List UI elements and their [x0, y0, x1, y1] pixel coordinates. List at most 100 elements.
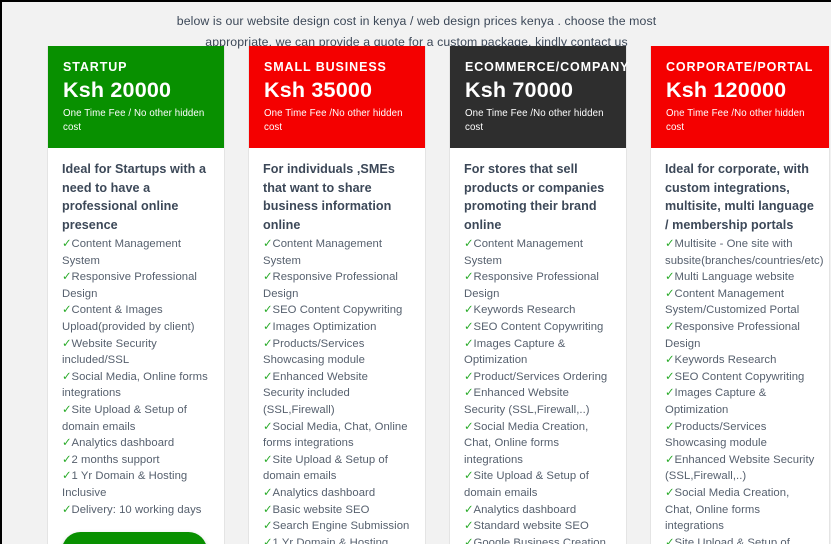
feature-label: Content Management System: [263, 238, 383, 267]
check-icon: ✓: [62, 304, 72, 317]
check-icon: ✓: [263, 238, 273, 250]
card-body-startup: Ideal for Startups with a need to have a…: [48, 148, 224, 518]
feature-label: Basic website SEO: [272, 503, 370, 516]
check-icon: ✓: [464, 520, 474, 533]
feature-item: ✓Enhanced Website Security (SSL,Firewall…: [464, 385, 613, 418]
feature-label: Standard website SEO: [473, 520, 589, 533]
check-icon: ✓: [464, 536, 474, 544]
feature-list: ✓Content Management System ✓Responsive Pr…: [263, 236, 412, 544]
check-icon: ✓: [464, 470, 474, 483]
feature-item: ✓Analytics dashboard: [62, 435, 211, 452]
check-icon: ✓: [665, 287, 675, 300]
feature-item: ✓Content Management System/Customized Po…: [665, 286, 816, 319]
feature-label: Search Engine Submission: [272, 520, 410, 533]
feature-label: Enhanced Website Security (SSL,Firewall,…: [464, 387, 590, 416]
feature-item: ✓Site Upload & Setup of domain emails: [464, 468, 613, 501]
feature-item: ✓Responsive Professional Design: [464, 269, 613, 302]
check-icon: ✓: [464, 238, 474, 250]
check-icon: ✓: [263, 503, 273, 516]
check-icon: ✓: [464, 387, 474, 400]
feature-item: ✓Responsive Professional Design: [62, 269, 211, 302]
feature-item: ✓Google Business Creation: [464, 535, 613, 544]
check-icon: ✓: [665, 354, 675, 367]
feature-item: ✓Content Management System: [464, 236, 613, 269]
check-icon: ✓: [62, 238, 72, 250]
feature-item: ✓Content Management System: [263, 236, 412, 269]
feature-item: ✓Keywords Research: [464, 302, 613, 319]
feature-label: Site Upload & Setup of domain emails: [62, 403, 187, 433]
feature-label: Google Business Creation: [473, 536, 606, 544]
check-icon: ✓: [62, 437, 72, 450]
feature-label: Delivery: 10 working days: [71, 503, 202, 516]
feature-label: Products/Services Showcasing module: [665, 420, 767, 450]
check-icon: ✓: [665, 271, 675, 284]
card-header-startup: STARTUP Ksh 20000 One Time Fee / No othe…: [48, 46, 224, 148]
feature-list: ✓Content Management System ✓Responsive Pr…: [464, 236, 613, 544]
feature-label: Analytics dashboard: [473, 503, 577, 516]
check-icon: ✓: [263, 271, 273, 284]
feature-label: Images Capture & Optimization: [665, 387, 767, 416]
feature-item: ✓Analytics dashboard: [464, 502, 613, 519]
feature-label: Responsive Professional Design: [62, 271, 197, 300]
feature-label: Site Upload & Setup of domain emails: [464, 470, 589, 499]
feature-label: Site Upload & Setup of domain emails: [263, 453, 388, 483]
plan-note: One Time Fee /No other hidden cost: [666, 108, 805, 133]
feature-item: ✓SEO Content Copywriting: [263, 302, 412, 319]
feature-label: Product/Services Ordering: [473, 370, 608, 383]
check-icon: ✓: [665, 420, 675, 433]
feature-label: Analytics dashboard: [272, 486, 376, 499]
feature-item: ✓1 Yr Domain & Hosting Inclusive: [263, 535, 412, 544]
feature-item: ✓Product/Services Ordering: [464, 369, 613, 386]
plan-price: Ksh 120000: [666, 78, 787, 102]
feature-item: ✓Enhanced Website Security included (SSL…: [263, 369, 412, 419]
feature-item: ✓Content Management System: [62, 236, 211, 269]
feature-label: Keywords Research: [674, 354, 777, 367]
feature-item: ✓Multisite - One site with subsite(branc…: [665, 236, 823, 269]
check-icon: ✓: [665, 453, 675, 466]
feature-item: ✓Responsive Professional Design: [263, 269, 412, 302]
feature-label: Responsive Professional Design: [263, 271, 398, 300]
check-icon: ✓: [62, 370, 72, 383]
feature-label: SEO Content Copywriting: [473, 320, 604, 333]
feature-label: Site Upload & Setup of domain emails: [674, 536, 790, 544]
plan-note: One Time Fee /No other hidden cost: [264, 108, 403, 133]
feature-item: ✓SEO Content Copywriting: [665, 369, 816, 386]
feature-label: Keywords Research: [473, 304, 576, 317]
check-icon: ✓: [464, 320, 474, 333]
card-header-ecommerce: ECOMMERCE/COMPANY Ksh 70000 One Time Fee…: [450, 46, 628, 148]
feature-label: Content Management System: [464, 238, 584, 267]
pricing-card-ecommerce: ECOMMERCE/COMPANY Ksh 70000 One Time Fee…: [449, 46, 628, 544]
feature-item: ✓Responsive Professional Design: [665, 319, 816, 352]
feature-label: SEO Content Copywriting: [674, 370, 805, 383]
feature-item: ✓SEO Content Copywriting: [464, 319, 613, 336]
feature-label: Multi Language website: [674, 271, 795, 284]
plan-price: Ksh 20000: [63, 78, 172, 102]
card-body-ecommerce: For stores that sell products or compani…: [450, 148, 626, 544]
check-icon: ✓: [263, 420, 273, 433]
feature-item: ✓Standard website SEO: [464, 518, 613, 535]
feature-label: Responsive Professional Design: [665, 320, 800, 350]
plan-name: STARTUP: [63, 60, 128, 74]
check-icon: ✓: [665, 387, 675, 400]
feature-item: ✓Site Upload & Setup of domain emails: [665, 535, 816, 544]
feature-item: ✓Products/Services Showcasing module: [665, 419, 816, 452]
request-callback-button[interactable]: Request Callback: [62, 532, 207, 544]
pricing-page: below is our website design cost in keny…: [2, 2, 831, 544]
pricing-cards-row: STARTUP Ksh 20000 One Time Fee / No othe…: [47, 46, 830, 544]
check-icon: ✓: [464, 420, 474, 433]
plan-price: Ksh 35000: [264, 78, 373, 102]
check-icon: ✓: [62, 271, 72, 284]
feature-item: ✓Images Capture & Optimization: [665, 385, 816, 418]
feature-label: 1 Yr Domain & Hosting Inclusive: [272, 536, 389, 544]
feature-label: Content Management System: [62, 238, 182, 267]
feature-item: ✓Basic website SEO: [263, 502, 412, 519]
check-icon: ✓: [62, 503, 72, 516]
feature-list: ✓Content Management System ✓Responsive Pr…: [62, 236, 211, 518]
feature-item: ✓Keywords Research: [665, 352, 816, 369]
card-header-small-business: SMALL BUSINESS Ksh 35000 One Time Fee /N…: [249, 46, 425, 148]
plan-name: CORPORATE/PORTAL: [666, 60, 814, 74]
feature-label: Responsive Professional Design: [464, 271, 599, 300]
callback-button-wrap: Request Callback: [48, 518, 224, 544]
check-icon: ✓: [62, 470, 72, 483]
check-icon: ✓: [464, 271, 474, 284]
